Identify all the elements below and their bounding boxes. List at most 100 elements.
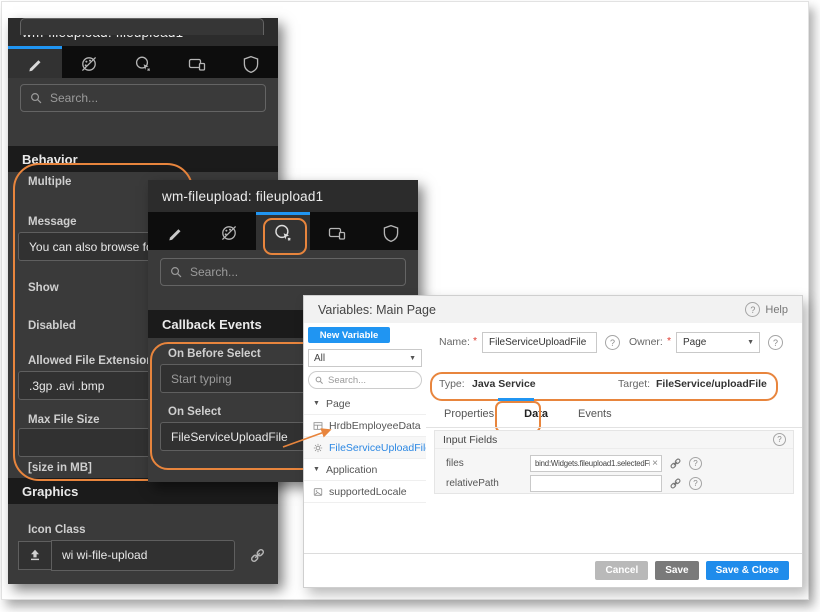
save-button[interactable]: Save [655, 561, 699, 580]
panel1-tabbar [8, 46, 278, 78]
name-input[interactable]: FileServiceUploadFile [482, 332, 597, 353]
events-icon [272, 222, 294, 244]
icon-class-input[interactable]: wi wi-file-upload [51, 539, 235, 571]
relativepath-input[interactable] [530, 474, 662, 492]
variables-sidebar: New Variable All ▼ Search... ▼ Page Hrdb… [304, 323, 431, 554]
section-behavior-label: Behavior [22, 151, 78, 167]
shield-icon [241, 54, 261, 74]
panel2-tabbar [148, 212, 418, 250]
target-value: FileService/uploadFile [656, 378, 767, 390]
table-icon [313, 421, 323, 431]
variable-group-application[interactable]: ▼ Application [304, 459, 426, 481]
variable-item-hrdbemployeedata[interactable]: HrdbEmployeeData [304, 415, 426, 437]
dialog-footer: Cancel Save Save & Close [304, 553, 802, 587]
devices-icon [327, 223, 347, 243]
help-icon[interactable]: ? [773, 433, 786, 446]
on-select-value: FileServiceUploadFile [171, 429, 288, 444]
tab-security[interactable] [224, 46, 278, 78]
type-target-row: Type: Java Service Target: FileService/u… [426, 373, 802, 397]
panel2-search-input[interactable]: Search... [160, 258, 406, 286]
tab-data[interactable]: Data [524, 408, 548, 420]
new-variable-button[interactable]: New Variable [308, 327, 390, 343]
name-value: FileServiceUploadFile [489, 337, 587, 348]
variable-group-label: Application [325, 463, 378, 476]
tab-events[interactable]: Events [578, 408, 612, 420]
clear-icon[interactable]: × [652, 458, 658, 469]
tab-properties[interactable]: Properties [444, 408, 494, 420]
tab-device[interactable] [310, 212, 364, 250]
input-fields-section: Input Fields ? files bind:Widgets.fileup… [434, 430, 794, 494]
palette-icon [79, 54, 99, 74]
field-label: files [446, 457, 464, 469]
variables-dialog: Variables: Main Page ? Help New Variable… [303, 295, 803, 588]
variable-list: ▼ Page HrdbEmployeeData FileServiceUploa… [304, 393, 431, 503]
on-select-label: On Select [168, 406, 222, 418]
help-icon[interactable]: ? [689, 456, 702, 470]
collapse-triangle-icon: ▼ [313, 400, 320, 407]
owner-select[interactable]: Page ▼ [676, 332, 760, 353]
message-value: You can also browse for f [29, 239, 164, 254]
icon-class-value: wi wi-file-upload [62, 548, 148, 562]
file-upload-icon [18, 540, 51, 570]
cancel-button[interactable]: Cancel [595, 561, 649, 580]
chevron-down-icon: ▼ [747, 339, 754, 346]
search-icon [170, 266, 183, 279]
target-label: Target: [618, 378, 651, 390]
search-icon [315, 376, 324, 385]
tab-security[interactable] [364, 212, 418, 250]
clipped-input-remnant [20, 18, 264, 35]
help-icon[interactable]: ? [689, 476, 702, 490]
variable-search-input[interactable]: Search... [308, 371, 422, 389]
bind-link-icon[interactable] [669, 457, 682, 470]
bind-link-icon[interactable] [249, 547, 266, 564]
search-placeholder: Search... [50, 91, 99, 105]
variable-filter-value: All [314, 352, 326, 364]
tab-markup[interactable] [8, 46, 62, 78]
devices-icon [187, 54, 207, 74]
events-icon [133, 54, 153, 74]
variable-detail-form: Name: * FileServiceUploadFile ? Owner: *… [426, 323, 802, 554]
save-and-close-button[interactable]: Save & Close [705, 561, 789, 580]
tabs-divider [426, 427, 802, 428]
panel1-search-input[interactable]: Search... [20, 84, 266, 112]
help-button[interactable]: ? Help [745, 302, 788, 317]
variable-item-label: HrdbEmployeeData [329, 419, 421, 432]
required-asterisk: * [473, 335, 478, 347]
tab-markup[interactable] [148, 212, 202, 250]
section-callback-label: Callback Events [162, 316, 262, 332]
search-placeholder: Search... [190, 265, 239, 279]
field-row-relativepath: relativePath ? [435, 473, 793, 493]
variable-filter-select[interactable]: All ▼ [308, 349, 422, 367]
variable-item-fileserviceuploadfile[interactable]: FileServiceUploadFile [304, 437, 431, 459]
message-label: Message [28, 216, 77, 228]
tab-style[interactable] [202, 212, 256, 250]
tab-events[interactable] [256, 212, 310, 250]
variable-item-supportedlocale[interactable]: supportedLocale [304, 481, 426, 503]
size-hint: [size in MB] [28, 462, 92, 474]
variable-group-label: Page [325, 397, 351, 410]
variables-dialog-title: Variables: Main Page [318, 302, 436, 317]
field-row-files: files bind:Widgets.fileupload1.selectedF… [435, 453, 793, 473]
section-graphics-label: Graphics [22, 483, 79, 499]
multiple-label: Multiple [28, 176, 72, 188]
pencil-icon [25, 54, 45, 74]
name-label: Name: [439, 336, 470, 348]
variable-item-label: FileServiceUploadFile [329, 441, 432, 454]
bind-link-icon[interactable] [669, 477, 682, 490]
service-gear-icon [313, 443, 323, 453]
tab-events[interactable] [116, 46, 170, 78]
collapse-triangle-icon: ▼ [313, 466, 320, 473]
disabled-label: Disabled [28, 320, 76, 332]
tab-device[interactable] [170, 46, 224, 78]
shield-icon [381, 223, 401, 243]
help-icon[interactable]: ? [605, 335, 620, 350]
type-value: Java Service [472, 378, 536, 390]
files-bind-input[interactable]: bind:Widgets.fileupload1.selectedFiles × [530, 454, 662, 472]
variable-group-page[interactable]: ▼ Page [304, 393, 426, 415]
help-icon[interactable]: ? [768, 335, 783, 350]
allowed-extensions-label: Allowed File Extensions [28, 355, 160, 367]
tab-style[interactable] [62, 46, 116, 78]
input-fields-title: Input Fields [443, 433, 498, 446]
section-behavior: Behavior [8, 146, 278, 172]
search-icon [30, 92, 43, 105]
